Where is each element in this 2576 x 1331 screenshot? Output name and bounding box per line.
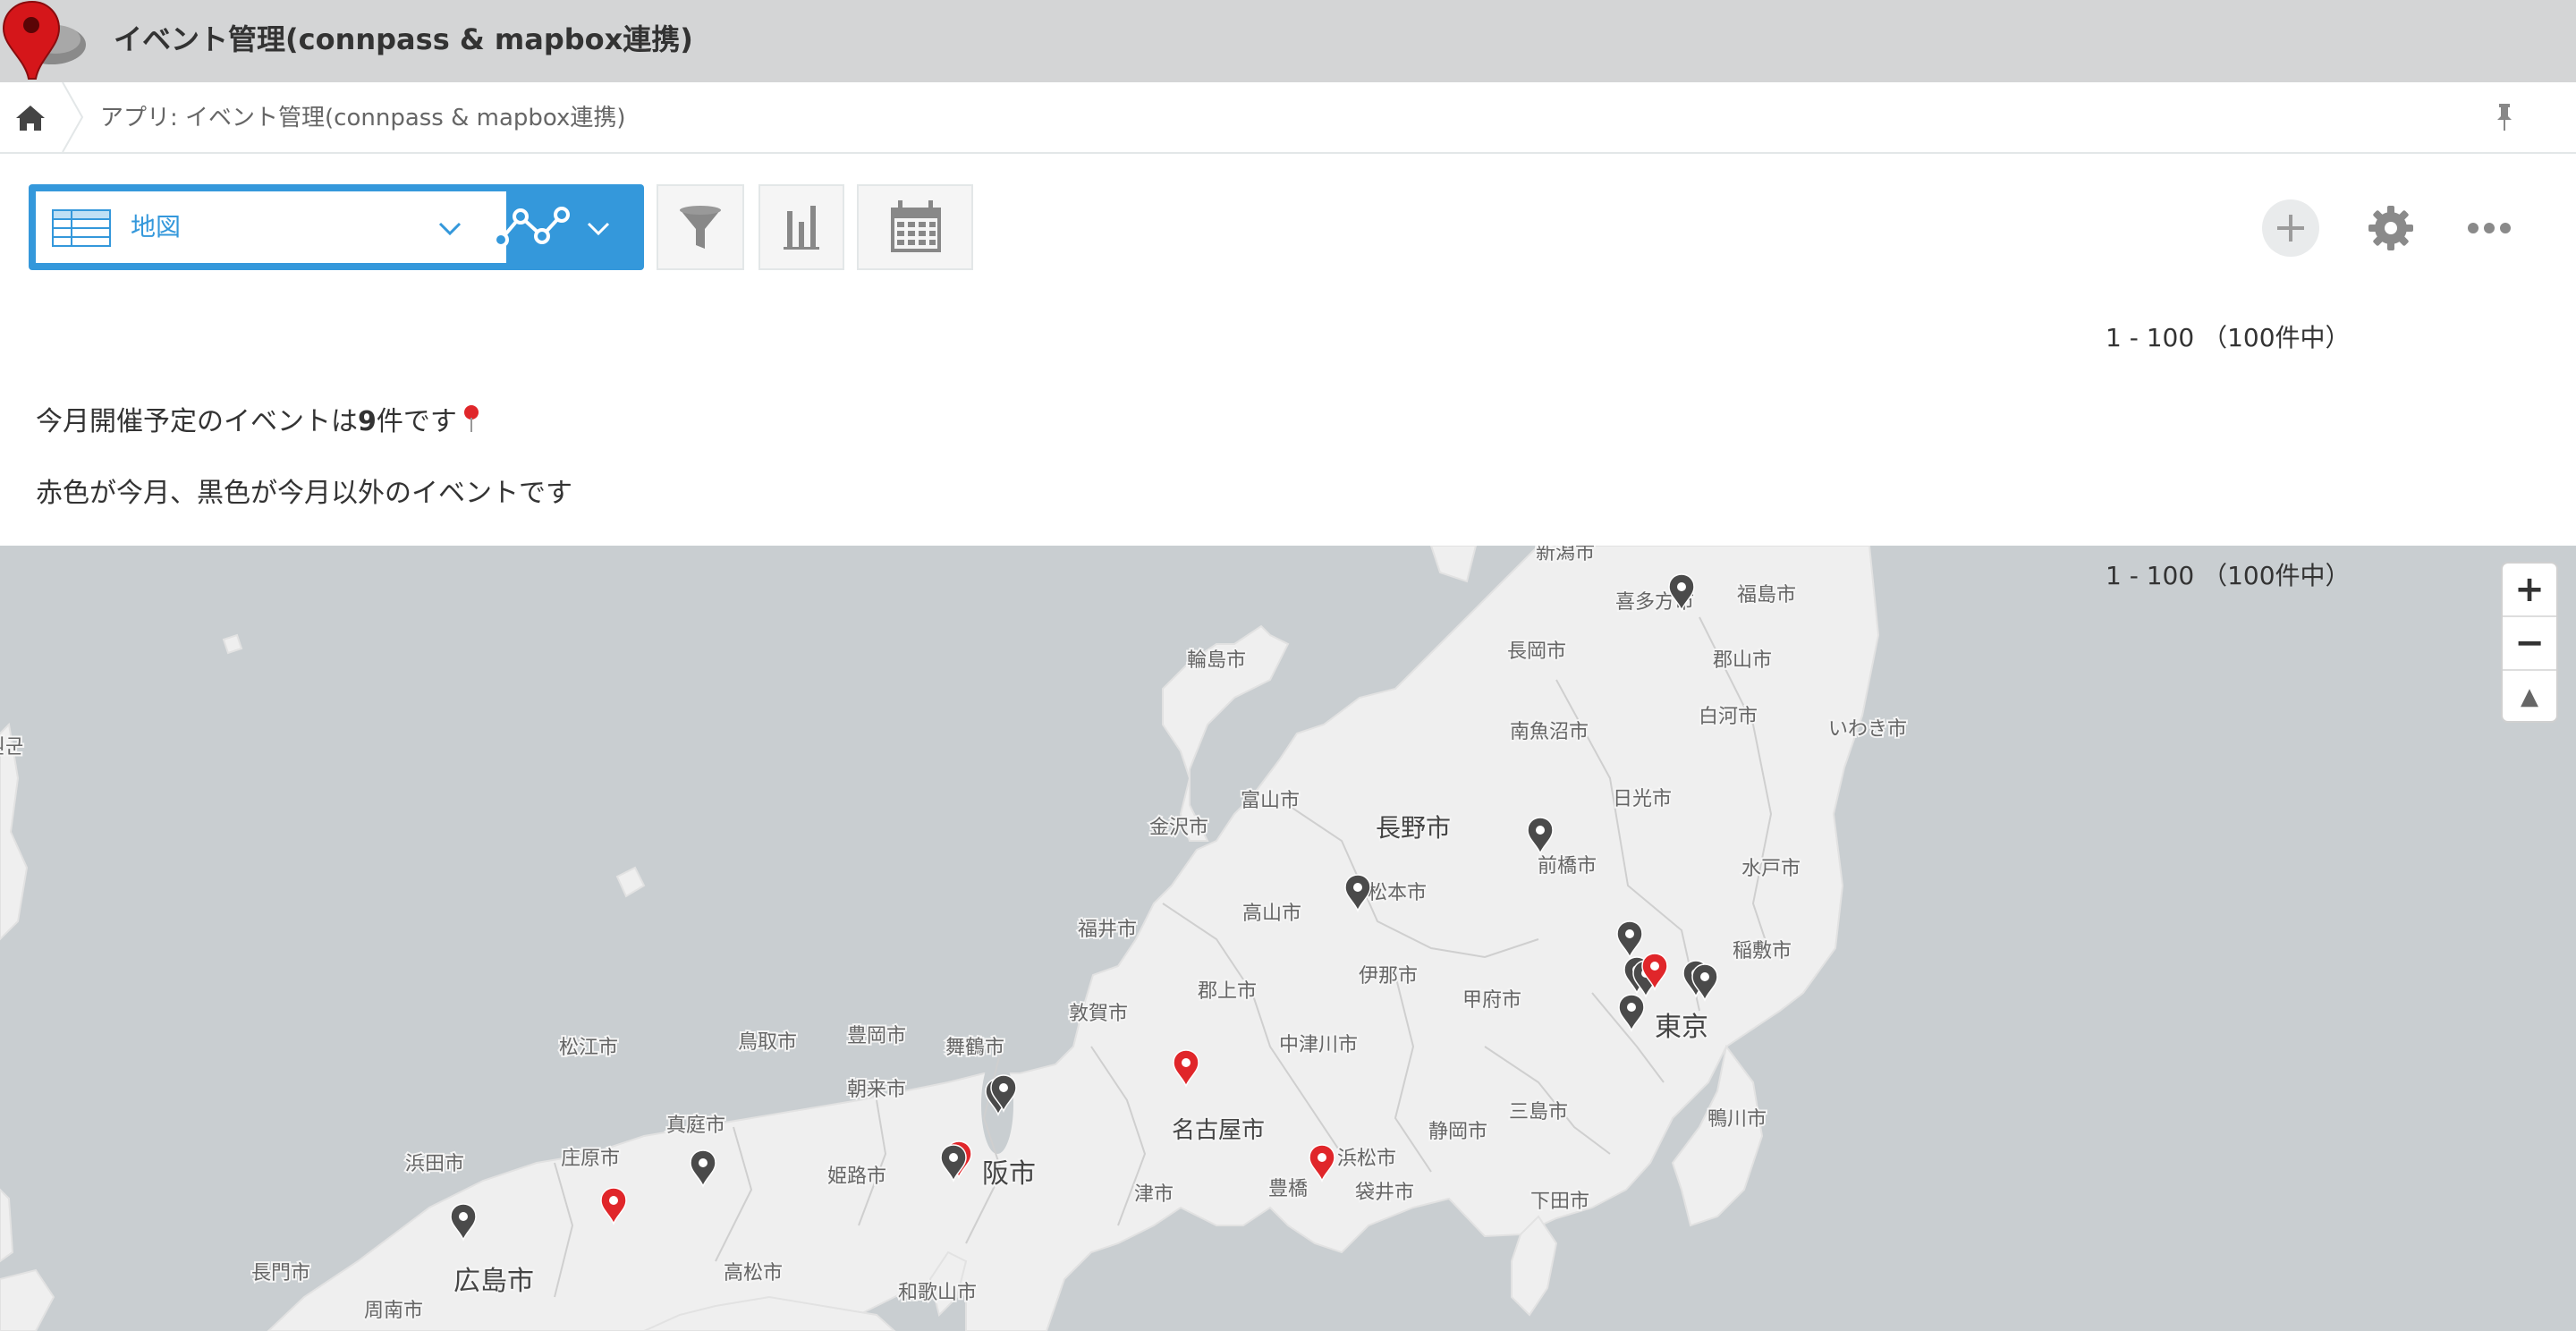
map-label-tottori: 鳥取市 (738, 1031, 797, 1054)
map-label-wajima: 輪島市 (1187, 649, 1246, 672)
bar-chart-icon (784, 206, 819, 250)
map-label-nikko: 日光市 (1613, 788, 1672, 810)
map-label-maizuru: 舞鶴市 (945, 1037, 1004, 1059)
compass-button[interactable]: ▲ (2503, 671, 2556, 723)
map-label-korea_edge: 원군 (0, 736, 23, 759)
graph-button[interactable] (758, 184, 844, 270)
map-label-nagano: 長野市 (1376, 813, 1451, 843)
map-label-maniwa: 真庭市 (666, 1115, 725, 1137)
app-title: イベント管理(connpass & mapbox連携) (114, 22, 693, 56)
map-label-wakayama: 和歌山市 (898, 1282, 977, 1304)
map-label-tsuruga: 敦賀市 (1069, 1003, 1128, 1025)
gear-icon[interactable] (2361, 199, 2420, 258)
chevron-down-icon[interactable] (585, 215, 612, 242)
view-selector: 地図 (29, 184, 644, 270)
map-label-mishima: 三島市 (1509, 1101, 1568, 1123)
map-label-nagato: 長門市 (251, 1262, 310, 1284)
breadcrumb-separator (62, 82, 84, 152)
map-label-kofu: 甲府市 (1462, 989, 1521, 1012)
map-label-fukui: 福井市 (1078, 919, 1137, 941)
message-suffix: 件です (376, 406, 457, 437)
map-label-takamatsu: 高松市 (724, 1262, 783, 1284)
calendar-icon (891, 200, 941, 252)
map-label-koriyama: 郡山市 (1713, 649, 1772, 672)
map-label-shizuoka: 静岡市 (1428, 1121, 1487, 1143)
breadcrumb-app-link[interactable]: アプリ: イベント管理(connpass & mapbox連携) (100, 100, 626, 136)
view-name: 地図 (131, 212, 182, 242)
map-label-minamiuonuma: 南魚沼市 (1510, 721, 1589, 743)
map-label-fukuroi: 袋井市 (1355, 1182, 1414, 1204)
map-label-maebashi: 前橋市 (1538, 855, 1597, 877)
zoom-out-button[interactable]: − (2503, 617, 2556, 671)
zoom-in-button[interactable]: + (2503, 564, 2556, 617)
filter-button[interactable] (657, 184, 744, 270)
map-label-asago: 朝来市 (847, 1079, 906, 1101)
map-label-toyama: 富山市 (1241, 790, 1300, 812)
map-label-takayama: 高山市 (1242, 903, 1301, 925)
record-count-top: 1 - 100 （100件中） (2106, 323, 2351, 352)
view-dropdown[interactable]: 地図 (36, 191, 506, 263)
filter-icon (680, 206, 721, 249)
map-label-nakatsugawa: 中津川市 (1279, 1034, 1358, 1056)
map-label-tsu: 津市 (1134, 1183, 1174, 1206)
map-label-hamada: 浜田市 (405, 1153, 464, 1175)
map-label-shimoda: 下田市 (1530, 1191, 1589, 1213)
map-label-toyooka: 豊岡市 (847, 1025, 906, 1047)
home-icon[interactable] (13, 102, 48, 134)
legend-message: 赤色が今月、黒色が今月以外のイベントです (36, 478, 572, 509)
map-label-ina: 伊那市 (1359, 965, 1418, 988)
red-pin-icon (463, 405, 479, 432)
map-label-matsue: 松江市 (559, 1037, 618, 1059)
map-zoom-controls: + − ▲ (2501, 562, 2558, 723)
map-label-iwaki: いわき市 (1828, 718, 1907, 741)
graph-icon[interactable] (492, 204, 571, 250)
land (0, 546, 1880, 1331)
map-label-matsumoto: 松本市 (1368, 882, 1427, 904)
table-icon (52, 209, 111, 247)
map-view[interactable]: 新潟市 喜多方市 福島市 長岡市 郡山市 輪島市 白河市 南魚沼市 いわき市 日光市 富山市 金沢市長… (0, 546, 2576, 1331)
map-label-kanazawa: 金沢市 (1149, 817, 1208, 839)
map-label-kamogawa: 鴨川市 (1707, 1108, 1767, 1131)
chevron-down-icon (438, 222, 462, 236)
map-label-shirakawa: 白河市 (1699, 706, 1758, 728)
map-label-himeji: 姫路市 (827, 1166, 886, 1188)
map-label-gujo: 郡上市 (1198, 980, 1257, 1003)
record-count-map: 1 - 100 （100件中） (2106, 561, 2351, 590)
map-label-shobara: 庄原市 (561, 1148, 620, 1170)
add-record-button[interactable] (2261, 199, 2320, 258)
map-label-niigata: 新潟市 (1536, 546, 1595, 564)
pin-icon[interactable] (2487, 100, 2522, 136)
map-canvas: 新潟市喜多方市 福島市長岡市 郡山市輪島市白河市南魚沼市 いわき市日光市富山市金沢市長… (0, 546, 1909, 1331)
message-prefix: 今月開催予定のイベントは (36, 406, 358, 437)
map-label-nagoya: 名古屋市 (1172, 1117, 1265, 1144)
map-label-mito: 水戸市 (1741, 858, 1801, 880)
more-options-icon[interactable] (2460, 199, 2519, 258)
map-label-inashiki: 稲敷市 (1733, 940, 1792, 962)
map-label-toyohashi: 豊橋 (1268, 1178, 1308, 1200)
map-label-shunan: 周南市 (364, 1300, 423, 1322)
map-label-nagaoka: 長岡市 (1507, 640, 1566, 663)
calendar-button[interactable] (857, 184, 973, 270)
map-label-tokyo: 東京 (1655, 1012, 1708, 1043)
event-count: 9 (358, 406, 377, 437)
map-label-osaka: 阪市 (982, 1158, 1036, 1190)
breadcrumb: アプリ: イベント管理(connpass & mapbox連携) (0, 82, 2576, 154)
event-count-message: 今月開催予定のイベントは9件です (36, 403, 484, 442)
map-label-hamamatsu: 浜松市 (1337, 1148, 1396, 1170)
map-label-hiroshima: 広島市 (453, 1266, 534, 1297)
app-header: イベント管理(connpass & mapbox連携) (0, 0, 2576, 82)
map-pin-logo-icon (2, 0, 86, 80)
map-label-fukushima: 福島市 (1737, 584, 1796, 606)
